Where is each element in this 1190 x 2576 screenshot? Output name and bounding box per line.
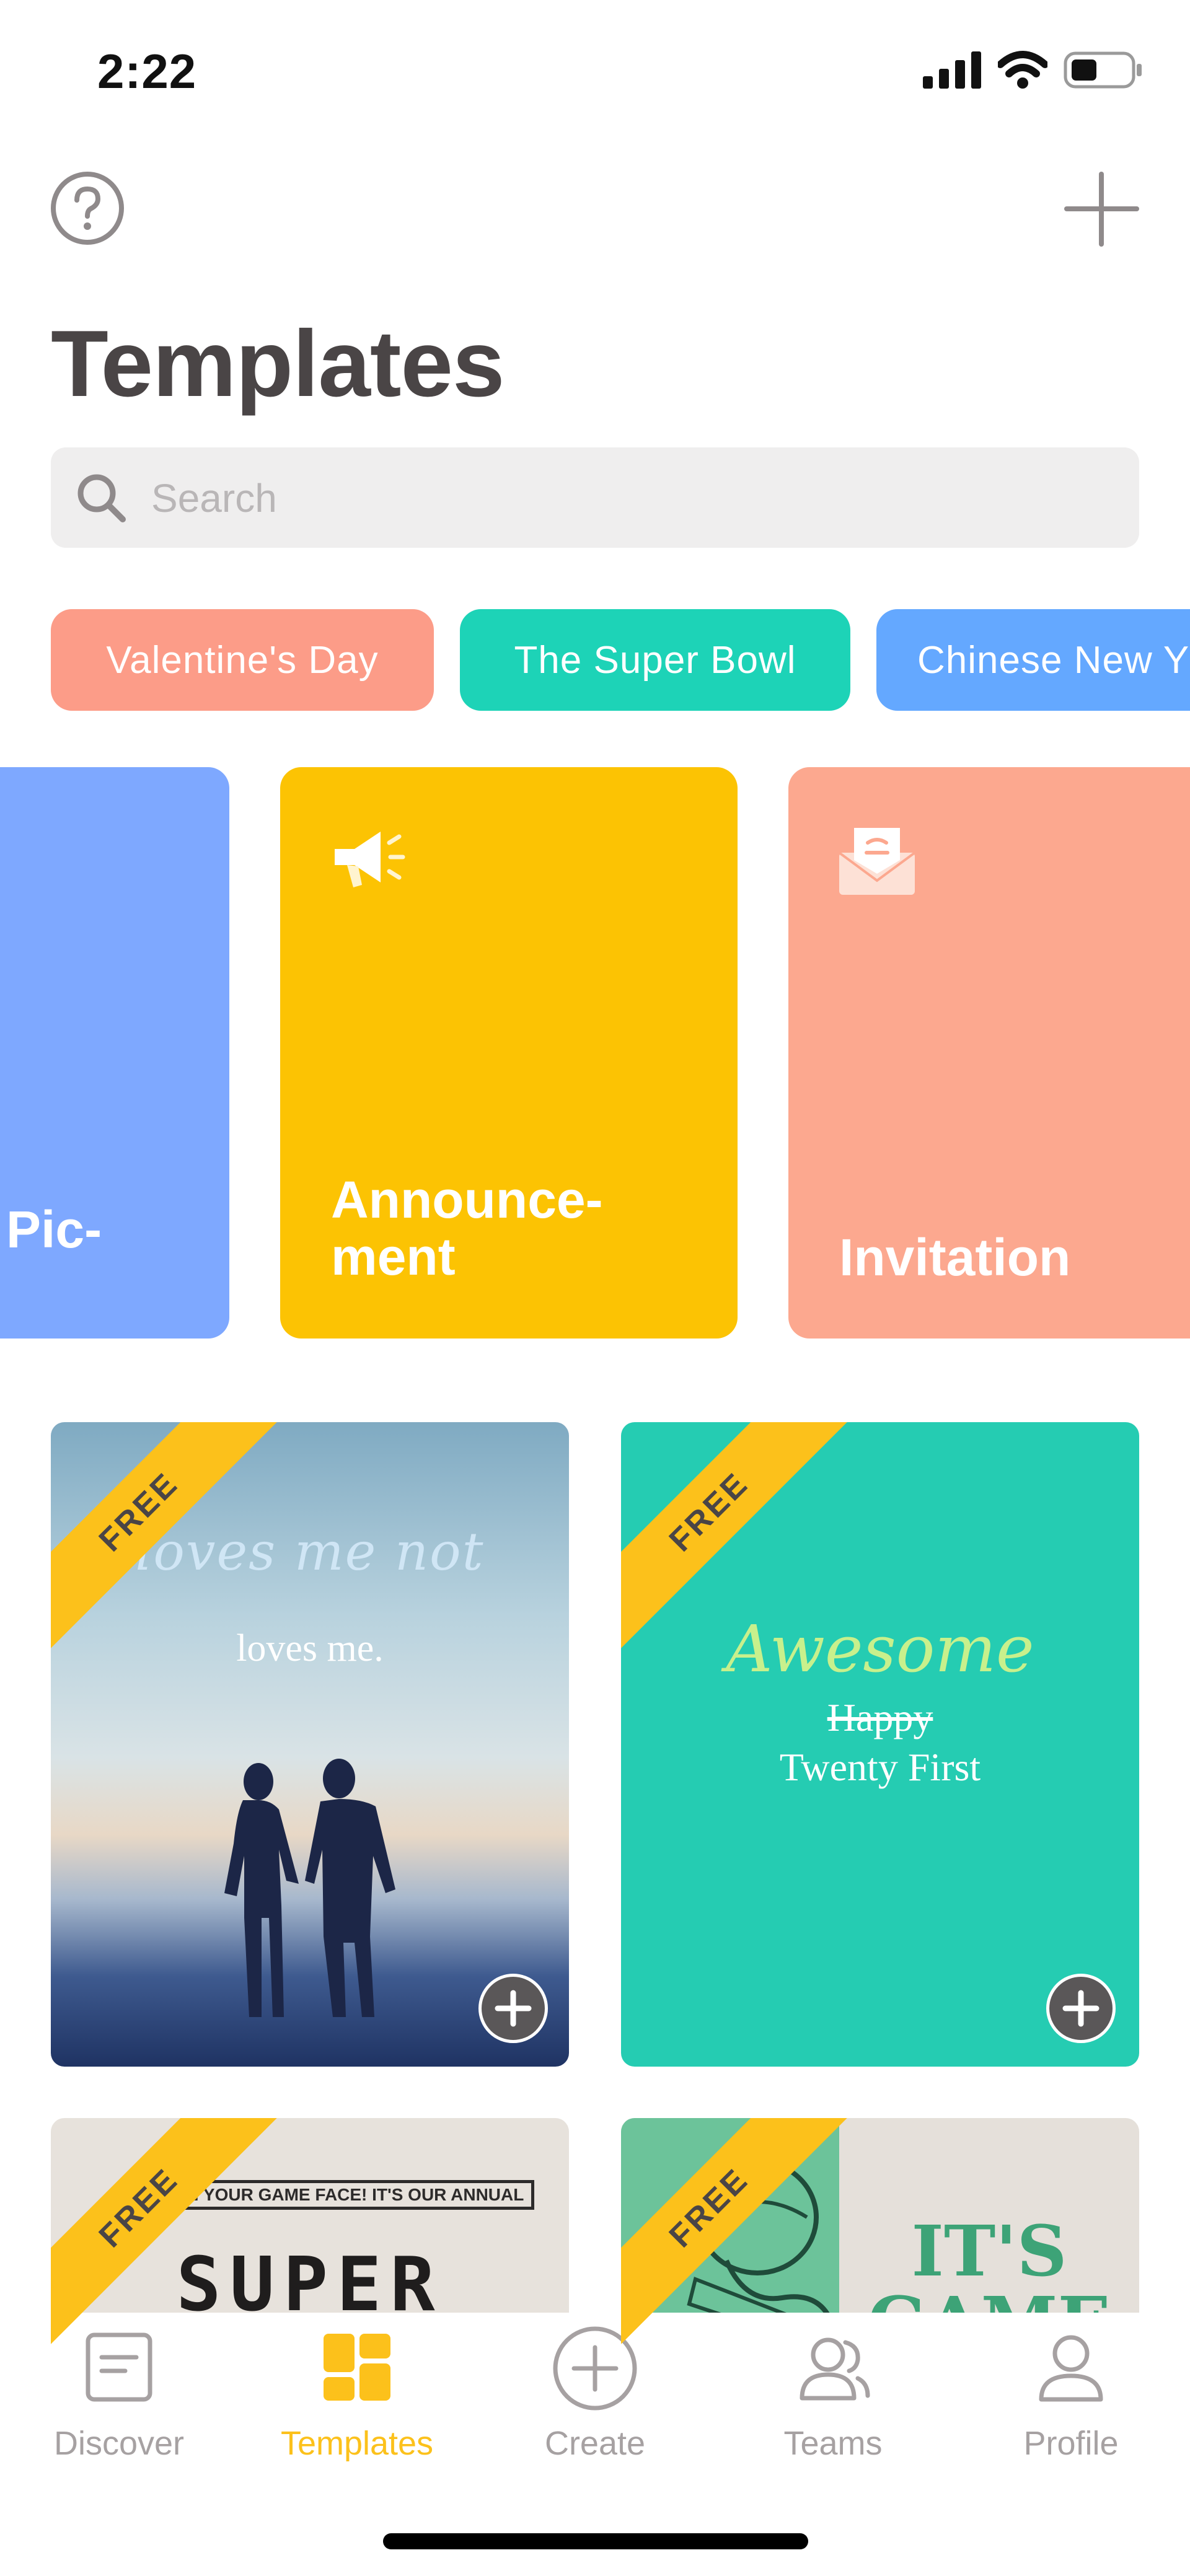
template-main-text: Twenty First — [779, 1745, 981, 1789]
tab-teams[interactable]: Teams — [714, 2313, 952, 2499]
search-bar[interactable] — [51, 447, 1139, 549]
question-icon — [51, 172, 124, 245]
envelope-icon — [838, 828, 916, 895]
template-main-text: IT'S — [911, 2211, 1067, 2292]
template-card-twenty-first[interactable]: FREE Awesome Happy Twenty First — [621, 1422, 1139, 2067]
discover-icon — [86, 2332, 152, 2402]
template-card-loves-me[interactable]: FREE loves me not loves me. — [51, 1422, 569, 2067]
status-time: 2:22 — [97, 44, 197, 99]
chip-label: The Super Bowl — [514, 638, 796, 682]
search-icon — [77, 474, 126, 522]
plus-icon — [1062, 1990, 1100, 2027]
tab-templates[interactable]: Templates — [238, 2313, 476, 2499]
chip-chinese-new-year[interactable]: Chinese New Y — [876, 609, 1190, 711]
tab-label: Create — [544, 2425, 646, 2462]
tab-label: Profile — [1023, 2425, 1119, 2462]
chip-valentines-day[interactable]: Valentine's Day — [51, 609, 434, 711]
plus-icon — [1064, 172, 1139, 247]
tab-label: Discover — [53, 2425, 185, 2462]
wifi-icon — [998, 51, 1047, 89]
category-label: Pic- — [6, 1200, 102, 1259]
status-icons — [923, 51, 1143, 89]
template-banner-text: ON YOUR GAME FACE! IT'S OUR ANNUAL — [162, 2180, 534, 2210]
profile-icon — [1039, 2335, 1103, 2402]
page-title: Templates — [51, 311, 505, 416]
signal-icon — [923, 51, 981, 89]
battery-icon — [1064, 51, 1142, 89]
plus-icon — [495, 1990, 532, 2027]
couple-silhouette-image — [224, 1759, 395, 2017]
chip-super-bowl[interactable]: The Super Bowl — [460, 609, 850, 711]
megaphone-icon — [335, 832, 405, 887]
tab-label: Templates — [280, 2425, 434, 2462]
category-card-invitation[interactable]: Invitation — [788, 767, 1190, 1339]
category-label: Announce- ment — [331, 1171, 603, 1286]
tab-discover[interactable]: Discover — [0, 2313, 238, 2499]
category-card-pictures[interactable]: Pic- — [0, 767, 229, 1339]
chip-label: Valentine's Day — [106, 638, 379, 682]
category-label: Invitation — [839, 1228, 1071, 1286]
add-template-button[interactable] — [478, 1974, 548, 2043]
templates-icon — [324, 2334, 390, 2401]
tab-create[interactable]: Create — [476, 2313, 714, 2499]
template-main-text: loves me. — [236, 1627, 384, 1669]
template-script-text: Awesome — [726, 1611, 1034, 1687]
template-strike-text: Happy — [827, 1695, 933, 1739]
help-button[interactable] — [50, 170, 125, 246]
teams-icon — [800, 2337, 870, 2401]
add-template-button[interactable] — [1046, 1974, 1116, 2043]
search-input[interactable] — [150, 447, 1082, 549]
add-button[interactable] — [1063, 170, 1140, 248]
chip-label: Chinese New Y — [917, 638, 1190, 682]
tab-label: Teams — [783, 2425, 883, 2462]
tab-profile[interactable]: Profile — [952, 2313, 1190, 2499]
category-card-announcement[interactable]: Announce- ment — [280, 767, 738, 1339]
home-indicator — [383, 2533, 808, 2549]
